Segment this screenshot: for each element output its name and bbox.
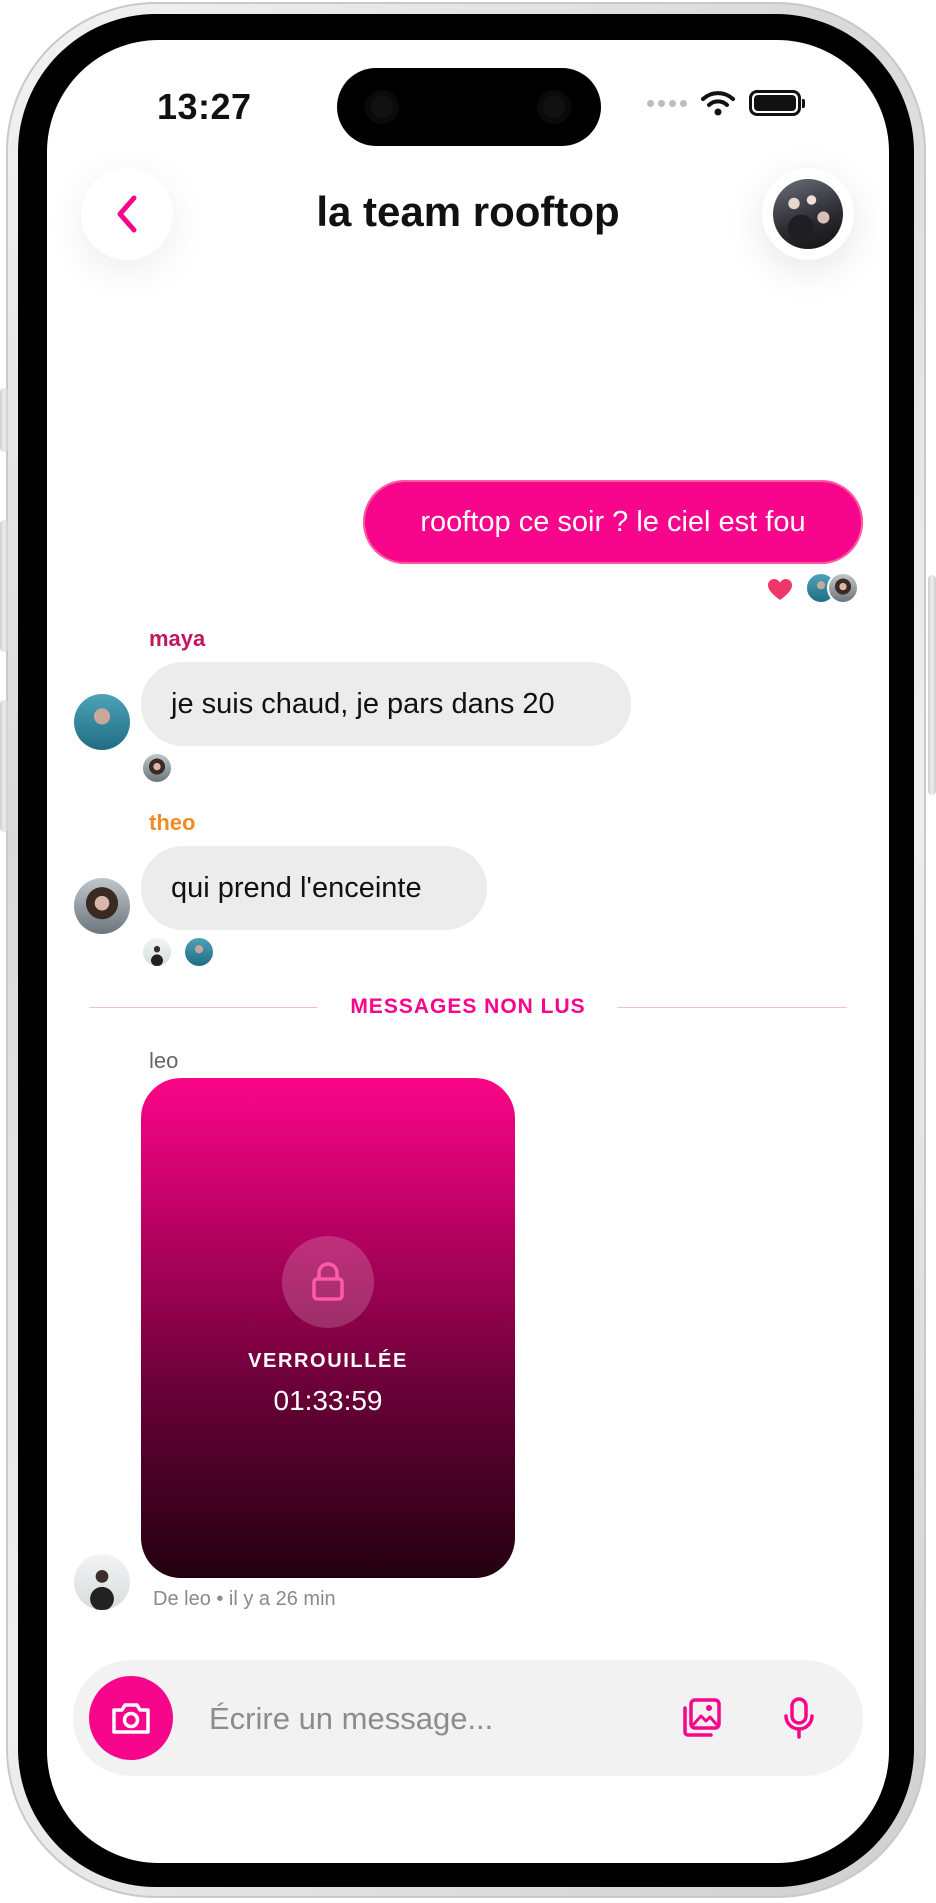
lock-badge (282, 1236, 374, 1328)
heart-icon[interactable] (767, 578, 793, 602)
avatar[interactable] (74, 1554, 130, 1610)
message-text: je suis chaud, je pars dans 20 (171, 687, 555, 720)
status-icons (647, 90, 805, 116)
sender-name: maya (149, 626, 206, 651)
message-composer (73, 1660, 863, 1776)
lock-icon (312, 1262, 344, 1301)
message-input[interactable] (207, 1688, 631, 1750)
gallery-icon (683, 1698, 721, 1737)
screen: 13:27 la team rooftop rooftop ce soir ? … (47, 40, 889, 1863)
group-photo (773, 179, 843, 249)
sender-name: theo (149, 810, 196, 835)
message-meta: De leo • il y a 26 min (153, 1588, 336, 1610)
outgoing-message-bubble[interactable]: rooftop ce soir ? le ciel est fou (363, 480, 863, 564)
microphone-button[interactable] (771, 1690, 827, 1746)
locked-label: VERROUILLÉE (248, 1350, 408, 1372)
camera-lens-icon (537, 90, 571, 124)
reader-avatar (141, 936, 173, 968)
unlock-timer: 01:33:59 (273, 1385, 383, 1416)
divider-line (617, 1007, 847, 1008)
outgoing-message-text: rooftop ce soir ? le ciel est fou (420, 505, 806, 538)
battery-icon (749, 90, 805, 116)
action-button (0, 388, 8, 452)
reader-avatar (827, 572, 859, 604)
message-bubble[interactable]: je suis chaud, je pars dans 20 (141, 662, 631, 746)
sensor-icon (365, 90, 399, 124)
read-receipts (805, 572, 859, 604)
dynamic-island (337, 68, 601, 146)
status-time: 13:27 (157, 86, 252, 127)
volume-up-button (0, 520, 8, 652)
wifi-icon (701, 91, 735, 116)
power-button (928, 575, 936, 795)
microphone-icon (784, 1697, 814, 1739)
message-bubble[interactable]: qui prend l'enceinte (141, 846, 487, 930)
camera-icon (112, 1703, 150, 1734)
read-receipts (141, 936, 215, 968)
camera-button[interactable] (89, 1676, 173, 1760)
avatar[interactable] (74, 694, 130, 750)
locked-media-card[interactable]: VERROUILLÉE 01:33:59 (141, 1078, 515, 1578)
message-text: qui prend l'enceinte (171, 871, 422, 904)
gallery-button[interactable] (673, 1690, 729, 1746)
signal-icon (647, 99, 687, 107)
reader-avatar (141, 752, 173, 784)
sender-name: leo (149, 1048, 179, 1073)
avatar[interactable] (74, 878, 130, 934)
group-avatar[interactable] (762, 168, 854, 260)
volume-down-button (0, 700, 8, 832)
reader-avatar (183, 936, 215, 968)
